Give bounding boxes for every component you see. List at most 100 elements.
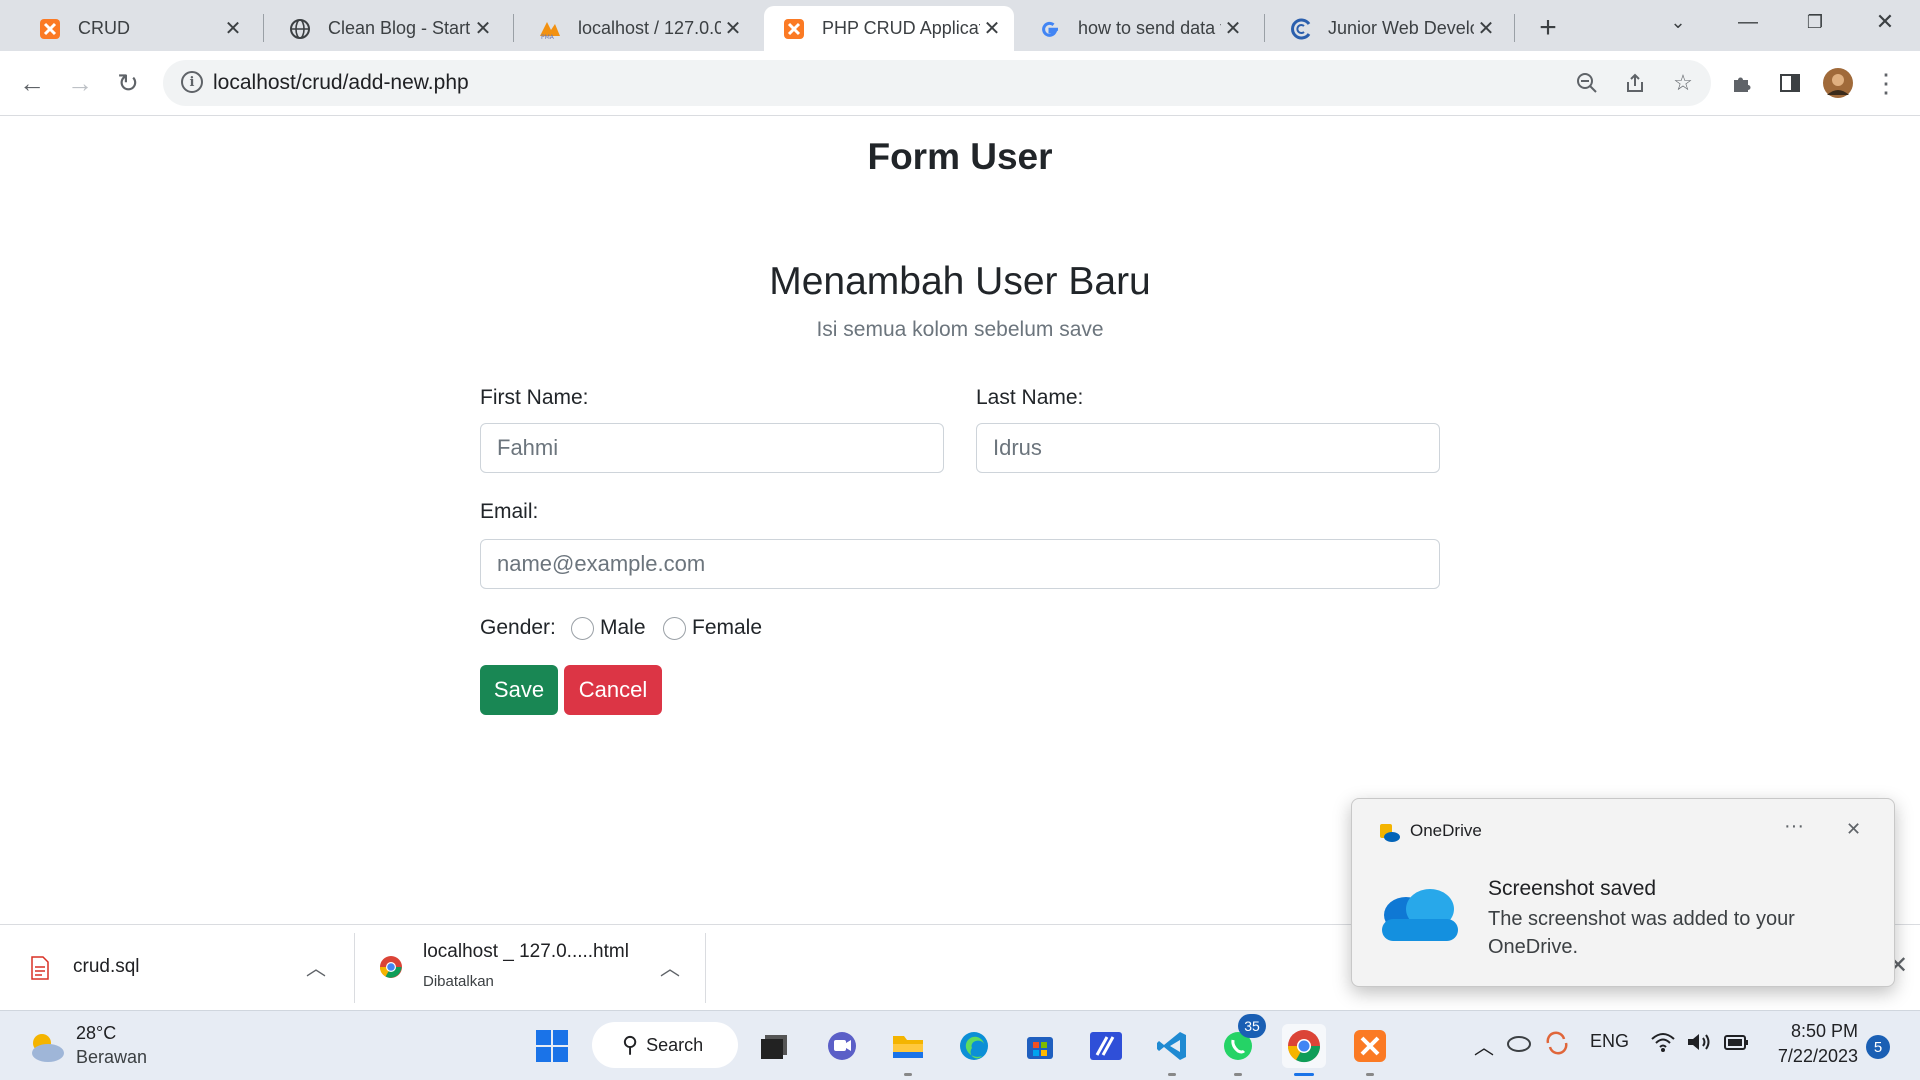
language-indicator[interactable]: ENG [1590,1031,1629,1052]
email-label: Email: [480,500,539,523]
first-name-input[interactable] [480,423,944,473]
chrome-taskbar-icon[interactable] [1282,1024,1326,1076]
forward-arrow-icon: → [67,67,93,98]
gender-female-label[interactable]: Female [692,616,762,640]
gender-male-radio[interactable] [571,617,594,640]
forward-button[interactable]: → [62,65,98,101]
download-item-html[interactable]: localhost _ 127.0.....html Dibatalkan ︿ [355,925,705,1011]
site-info-icon[interactable]: i [181,71,203,93]
form-hint: Isi semua kolom sebelum save [816,318,1104,341]
tab-title: Junior Web Develo [1328,18,1474,38]
vscode-icon[interactable] [1150,1024,1194,1076]
tab-title: PHP CRUD Applicat [822,18,980,38]
more-options-icon[interactable]: ··· [1784,815,1804,838]
start-button[interactable] [530,1024,574,1068]
tab-divider [1514,14,1515,42]
share-icon[interactable] [1621,69,1649,97]
restore-button[interactable]: ❐ [1782,0,1848,44]
zoom-icon[interactable] [1573,69,1601,97]
close-window-button[interactable]: ✕ [1852,0,1918,44]
close-icon[interactable]: ✕ [721,17,745,41]
last-name-input[interactable] [976,423,1440,473]
reload-button[interactable]: ↻ [110,65,146,101]
close-icon[interactable]: ✕ [980,17,1004,41]
first-name-label: First Name: [480,386,589,409]
xampp-taskbar-icon[interactable] [1348,1024,1392,1076]
onedrive-tray-icon[interactable] [1506,1031,1532,1058]
microsoft-store-icon[interactable] [1018,1024,1062,1068]
tab-title: localhost / 127.0.0. [578,18,721,38]
search-icon: ⚲ [622,1032,639,1057]
extensions-puzzle-icon[interactable] [1724,65,1760,101]
xampp-icon [782,17,806,41]
weather-temperature[interactable]: 28°C [76,1023,116,1044]
tab-crud[interactable]: CRUD ✕ [20,6,255,51]
chrome-icon [379,955,403,984]
close-icon[interactable]: ✕ [221,17,245,41]
whatsapp-icon[interactable]: 35 [1216,1014,1266,1076]
onedrive-notification[interactable]: OneDrive ··· ✕ Screenshot saved The scre… [1351,798,1895,987]
volume-icon[interactable] [1686,1031,1712,1058]
tab-junior-web-dev[interactable]: Junior Web Develo ✕ [1270,6,1508,51]
close-icon[interactable]: ✕ [1474,17,1498,41]
site-logo-icon [1288,17,1312,41]
taskbar-search[interactable]: ⚲ Search [592,1022,738,1068]
show-hidden-icons-chevron[interactable]: ︿ [1474,1031,1494,1060]
new-tab-button[interactable]: + [1530,10,1566,46]
chevron-up-icon[interactable]: ︿ [306,952,326,981]
side-panel-icon[interactable] [1772,65,1808,101]
notification-count-badge[interactable]: 5 [1866,1035,1890,1059]
close-icon[interactable]: ✕ [471,17,495,41]
gender-female-radio[interactable] [663,617,686,640]
windows-taskbar: 28°C Berawan ⚲ Search 35 ︿ ENG 8:50 PM 7… [0,1010,1920,1080]
email-input[interactable] [480,539,1440,589]
sync-tray-icon[interactable] [1544,1031,1570,1060]
download-filename: localhost _ 127.0.....html [423,941,629,962]
teams-chat-icon[interactable] [820,1024,864,1068]
tab-strip: CRUD ✕ Clean Blog - Start B ✕ PMA localh… [0,0,1920,51]
tab-php-crud-active[interactable]: PHP CRUD Applicat ✕ [764,6,1014,51]
download-divider [705,933,706,1003]
edge-icon[interactable] [952,1024,996,1068]
task-view-icon[interactable] [752,1024,796,1068]
back-arrow-icon: ← [19,67,45,98]
download-filename: crud.sql [73,956,140,977]
profile-avatar[interactable] [1820,65,1856,101]
form-title: Menambah User Baru [769,260,1151,303]
back-button[interactable]: ← [14,65,50,101]
tab-clean-blog[interactable]: Clean Blog - Start B ✕ [270,6,505,51]
cancel-button[interactable]: Cancel [564,665,662,715]
download-item-crud-sql[interactable]: crud.sql ︿ [0,925,354,1011]
clock-date[interactable]: 7/22/2023 [1766,1046,1858,1067]
tab-google-search[interactable]: how to send data fr ✕ [1020,6,1255,51]
tab-divider [1264,14,1265,42]
battery-icon[interactable] [1722,1031,1750,1058]
onedrive-small-icon [1378,823,1400,848]
tab-search-chevron-icon[interactable]: ⌄ [1645,0,1711,44]
page-header-title: Form User [867,136,1053,177]
reload-icon: ↻ [117,67,139,98]
last-name-label: Last Name: [976,386,1084,409]
save-button[interactable]: Save [480,665,558,715]
app-launcher-icon[interactable] [1084,1024,1128,1068]
xampp-icon [38,17,62,41]
svg-text:PMA: PMA [541,34,555,40]
menu-kebab-icon[interactable]: ⋮ [1868,65,1904,101]
google-icon [1038,17,1062,41]
file-icon [30,956,50,985]
address-url[interactable]: localhost/crud/add-new.php [213,71,469,95]
bookmark-star-icon[interactable]: ☆ [1669,69,1697,97]
tab-phpmyadmin[interactable]: PMA localhost / 127.0.0. ✕ [520,6,755,51]
file-explorer-icon[interactable] [886,1024,930,1076]
close-icon[interactable]: ✕ [1221,17,1245,41]
weather-description[interactable]: Berawan [76,1047,147,1068]
gender-male-label[interactable]: Male [600,616,646,640]
whatsapp-unread-badge: 35 [1238,1014,1266,1038]
minimize-button[interactable]: — [1715,0,1781,44]
clock-time[interactable]: 8:50 PM [1770,1021,1858,1042]
weather-cloud-icon[interactable] [26,1029,66,1070]
wifi-icon[interactable] [1650,1031,1676,1058]
chevron-up-icon[interactable]: ︿ [660,952,680,981]
address-bar[interactable]: i localhost/crud/add-new.php ☆ [163,60,1711,106]
close-icon[interactable]: ✕ [1846,819,1861,840]
